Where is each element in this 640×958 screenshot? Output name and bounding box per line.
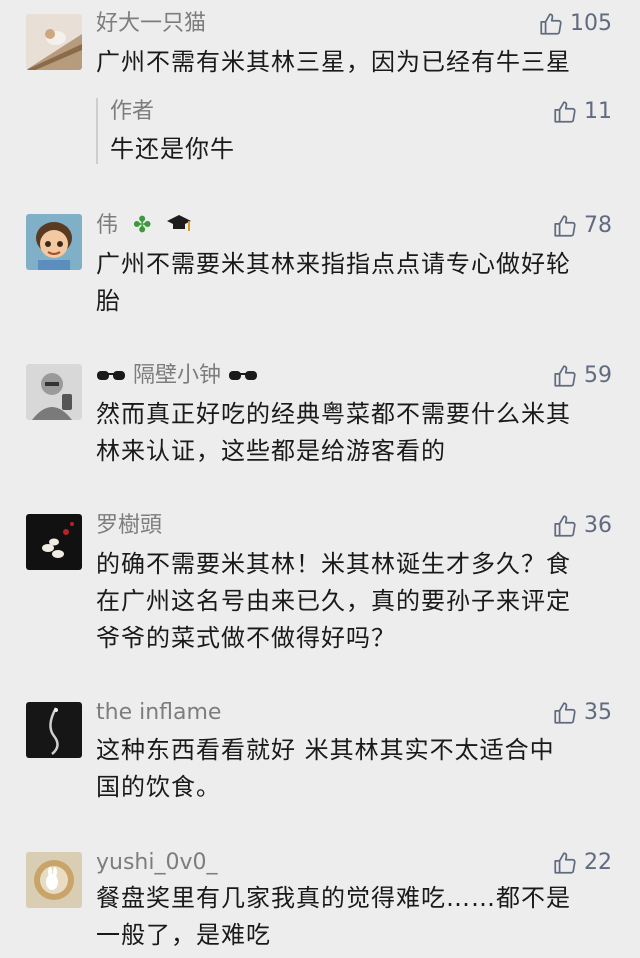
sunglasses-icon — [221, 363, 258, 388]
comment-text: 的确不需要米其林！米其林诞生才多久？食 在广州这名号由来已久，真的要孙子来评定 … — [96, 550, 571, 652]
comment-author[interactable]: 好大一只猫 — [96, 10, 206, 38]
thumbs-up-icon — [554, 702, 576, 724]
comment-text: 广州不需要米其林来指指点点请专心做好轮 胎 — [96, 250, 571, 315]
like-count: 36 — [584, 513, 612, 538]
thumbs-up-icon — [554, 101, 576, 123]
avatar[interactable] — [26, 702, 82, 758]
like-count: 35 — [584, 700, 612, 725]
clover-icon: ✤ — [133, 213, 152, 238]
thumbs-up-icon — [540, 13, 562, 35]
comment-author[interactable]: 罗樹頭 — [96, 512, 162, 540]
avatar[interactable] — [26, 214, 82, 270]
comment-author[interactable]: yushi_0v0_ — [96, 849, 218, 877]
thumbs-up-icon — [554, 365, 576, 387]
like-button[interactable]: 59 — [552, 362, 612, 390]
like-count: 11 — [584, 99, 612, 124]
comment-text: 广州不需有米其林三星，因为已经有牛三星 — [96, 48, 571, 76]
like-count: 22 — [584, 850, 612, 875]
like-count: 105 — [570, 11, 612, 36]
sunglasses-icon — [96, 363, 133, 388]
comment-text: 这种东西看看就好 米其林其实不太适合中 国的饮食。 — [96, 736, 555, 801]
comment-author[interactable]: 伟 ✤ — [96, 212, 192, 240]
like-button[interactable]: 35 — [552, 699, 612, 727]
like-button[interactable]: 11 — [552, 98, 612, 126]
like-count: 78 — [584, 213, 612, 238]
thumbs-up-icon — [554, 215, 576, 237]
graduation-cap-icon — [166, 213, 192, 238]
thumbs-up-icon — [554, 515, 576, 537]
reply-author: 作者 — [110, 99, 155, 124]
like-button[interactable]: 78 — [552, 212, 612, 240]
like-button[interactable]: 36 — [552, 512, 612, 540]
comment-text: 餐盘奖里有几家我真的觉得难吃……都不是 一般了，是难吃 — [96, 884, 571, 949]
reply-divider — [96, 98, 98, 164]
avatar[interactable] — [26, 14, 82, 70]
comment-text: 然而真正好吃的经典粤菜都不需要什么米其 林来认证，这些都是给游客看的 — [96, 400, 571, 465]
comment-author[interactable]: the inflame — [96, 699, 221, 727]
like-button[interactable]: 22 — [552, 849, 612, 877]
thumbs-up-icon — [554, 852, 576, 874]
avatar[interactable] — [26, 852, 82, 908]
avatar[interactable] — [26, 364, 82, 420]
like-button[interactable]: 105 — [538, 10, 612, 38]
avatar[interactable] — [26, 514, 82, 570]
comment-author[interactable]: 隔壁小钟 — [96, 362, 258, 390]
reply-text: 牛还是你牛 — [110, 135, 235, 163]
like-count: 59 — [584, 363, 612, 388]
